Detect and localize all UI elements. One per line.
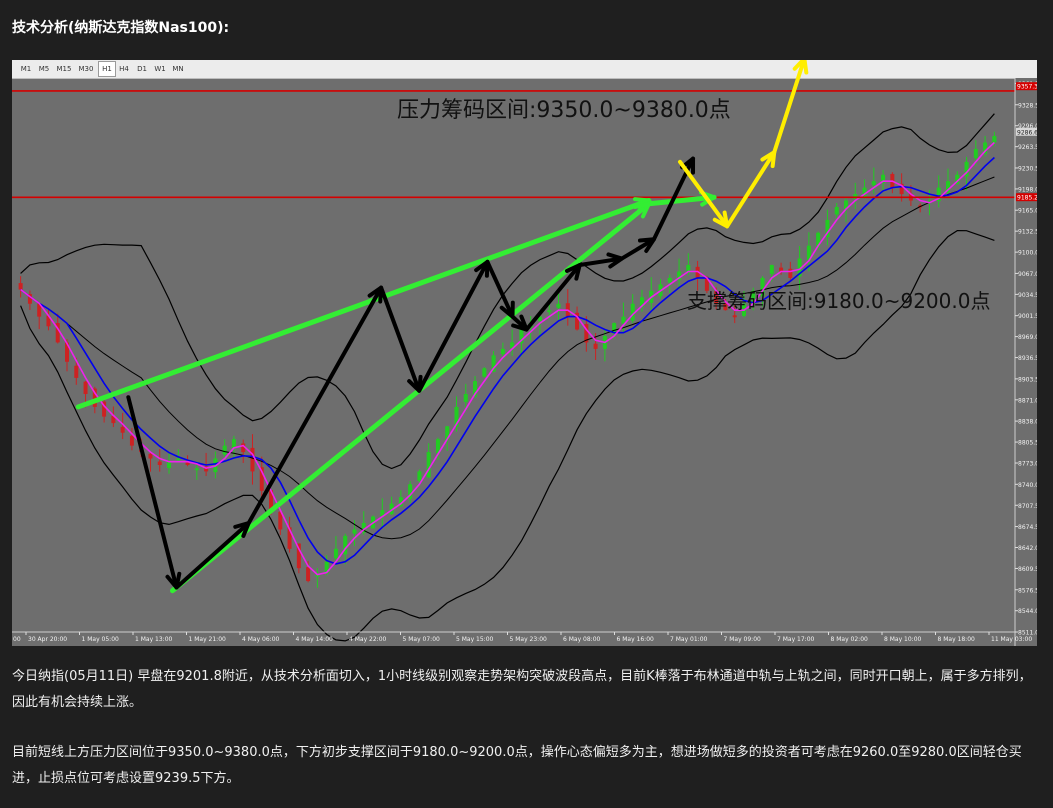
- candle-body: [788, 268, 793, 278]
- moving-average-magenta: [20, 141, 995, 576]
- green-trend-lower: [169, 194, 717, 594]
- page-title: 技术分析(纳斯达克指数Nas100):: [12, 20, 230, 36]
- y-tick-label: 9165.0: [1018, 208, 1037, 215]
- y-tick-label: 8838.0: [1018, 419, 1037, 426]
- y-tick-label: 8576.5: [1018, 587, 1037, 594]
- x-tick-label: 5 May 07:00: [403, 636, 441, 643]
- candle-body: [222, 445, 227, 455]
- candle-body: [667, 277, 672, 283]
- candle-body: [306, 567, 311, 582]
- candle-body: [333, 548, 338, 559]
- candle-body: [500, 348, 505, 355]
- candle-body: [194, 468, 199, 471]
- analysis-paragraph-2: 目前短线上方压力区间位于9350.0~9380.0点，下方初步支撑区间于9180…: [12, 745, 1022, 786]
- y-tick-label: 8740.0: [1018, 482, 1037, 489]
- y-tick-label: 8707.5: [1018, 503, 1037, 510]
- support-annotation: 支撑筹码区间:9180.0~9200.0点: [687, 289, 990, 313]
- moving-average-blue: [20, 156, 995, 565]
- x-tick-label: 4 May 14:00: [296, 636, 334, 643]
- price-tag-label: 9185.2: [1017, 195, 1037, 202]
- x-tick-label: 7 May 17:00: [777, 636, 815, 643]
- x-tick-label: 1 May 05:00: [82, 636, 120, 643]
- x-tick-label: 1 May 13:00: [135, 636, 173, 643]
- price-tag-label: 9286.6: [1017, 129, 1037, 136]
- candle-body: [148, 453, 153, 459]
- y-tick-label: 8969.0: [1018, 334, 1037, 341]
- candle-body: [463, 394, 468, 402]
- candle-body: [83, 381, 88, 395]
- y-tick-label: 8805.5: [1018, 440, 1037, 447]
- y-tick-label: 9132.5: [1018, 229, 1037, 236]
- analysis-paragraph-1: 今日纳指(05月11日) 早盘在9201.8附近，从技术分析面切入，1小时线级别…: [12, 669, 1032, 710]
- y-tick-label: 9034.5: [1018, 292, 1037, 299]
- x-tick-label: 6 May 08:00: [563, 636, 601, 643]
- y-tick-label: 8936.5: [1018, 355, 1037, 362]
- candle-body: [417, 471, 422, 481]
- y-tick-label: 8674.5: [1018, 524, 1037, 531]
- candle-body: [834, 206, 839, 215]
- x-tick-label: 7 May 01:00: [670, 636, 708, 643]
- yellow-wave-path: [677, 60, 807, 229]
- y-tick-label: 9067.0: [1018, 271, 1037, 278]
- x-edge-label: 00: [13, 636, 21, 643]
- x-tick-label: 30 Apr 20:00: [28, 636, 67, 643]
- candle-body: [556, 303, 561, 308]
- y-tick-label: 8544.0: [1018, 608, 1037, 615]
- y-tick-label: 9230.5: [1018, 165, 1037, 172]
- candle-body: [482, 368, 487, 377]
- y-tick-label: 8773.0: [1018, 461, 1037, 468]
- candle-body: [992, 136, 997, 143]
- y-tick-label: 8903.5: [1018, 376, 1037, 383]
- y-tick-label: 8609.5: [1018, 566, 1037, 573]
- candle-body: [973, 148, 978, 159]
- candle-body: [871, 181, 876, 186]
- candle-body: [352, 529, 357, 534]
- x-tick-label: 8 May 02:00: [831, 636, 869, 643]
- chart-canvas: 压力筹码区间:9350.0~9380.0点支撑筹码区间:9180.0~9200.…: [12, 60, 1037, 646]
- x-tick-label: 7 May 09:00: [724, 636, 762, 643]
- candle-body: [426, 452, 431, 478]
- candle-body: [732, 315, 737, 318]
- x-tick-label: 5 May 23:00: [510, 636, 548, 643]
- candle-body: [176, 458, 181, 461]
- y-tick-label: 8871.0: [1018, 397, 1037, 404]
- x-tick-label: 11 May 03:00: [991, 636, 1032, 643]
- x-tick-label: 1 May 21:00: [189, 636, 227, 643]
- x-tick-label: 6 May 16:00: [617, 636, 655, 643]
- resistance-annotation: 压力筹码区间:9350.0~9380.0点: [397, 98, 731, 123]
- green-trend-upper: [75, 198, 652, 410]
- candle-body: [74, 365, 79, 378]
- y-tick-label: 9328.5: [1018, 102, 1037, 109]
- candle-body: [250, 447, 255, 472]
- candle-body: [18, 283, 23, 290]
- y-tick-label: 9263.5: [1018, 144, 1037, 151]
- x-tick-label: 8 May 18:00: [938, 636, 976, 643]
- x-tick-label: 5 May 15:00: [456, 636, 494, 643]
- candle-body: [547, 310, 552, 313]
- candle-body: [120, 426, 125, 433]
- y-tick-label: 9001.5: [1018, 313, 1037, 320]
- x-tick-label: 4 May 22:00: [349, 636, 387, 643]
- price-tag-label: 9357.3: [1017, 84, 1037, 91]
- y-tick-label: 9198.0: [1018, 186, 1037, 193]
- candle-body: [593, 343, 598, 349]
- x-tick-label: 8 May 10:00: [884, 636, 922, 643]
- x-tick-label: 4 May 06:00: [242, 636, 280, 643]
- candle-body: [769, 265, 774, 274]
- price-chart[interactable]: M1 M5 M15 M30 H1 H4 D1 W1 MN 压力筹码区间:9350.0~9380.…: [12, 60, 1037, 646]
- y-tick-label: 8642.0: [1018, 545, 1037, 552]
- candle-body: [157, 461, 162, 465]
- black-wave-path: [126, 156, 696, 590]
- bollinger-middle-band: [20, 176, 995, 540]
- y-tick-label: 9100.0: [1018, 250, 1037, 257]
- candle-body: [167, 461, 172, 469]
- candle-body: [129, 435, 134, 446]
